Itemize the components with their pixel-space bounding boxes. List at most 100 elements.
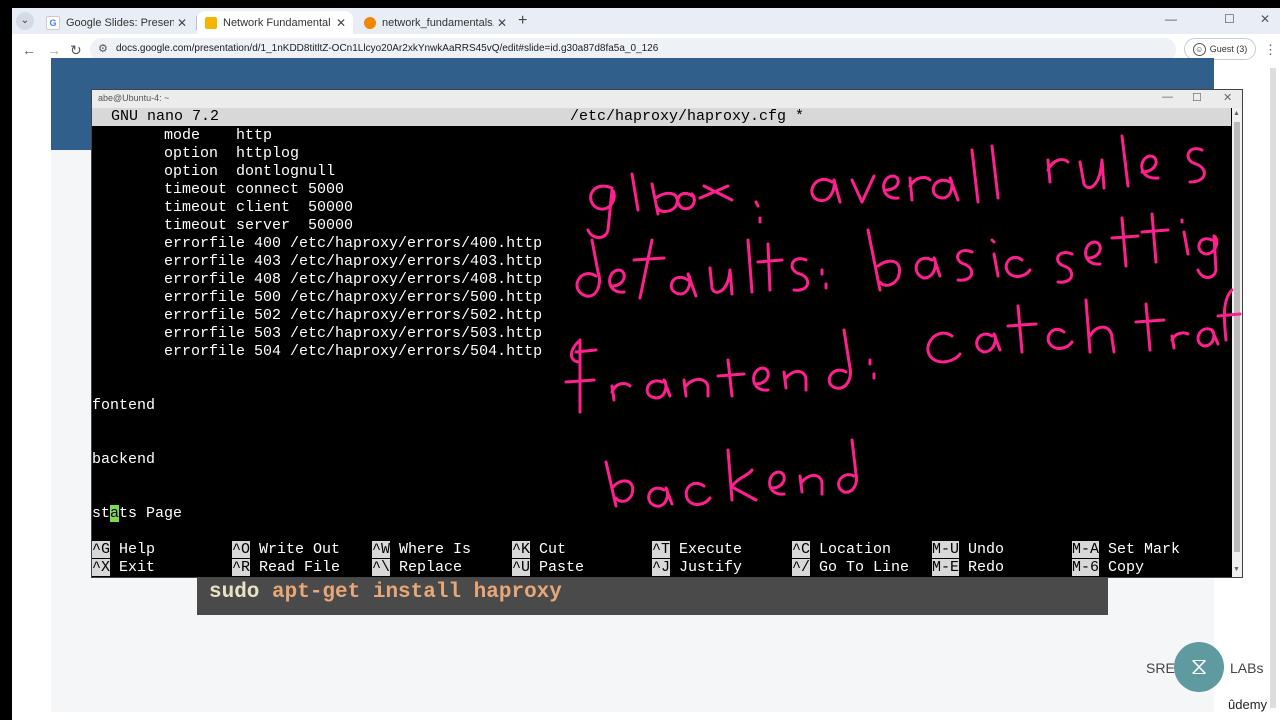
tab-close-icon[interactable]: ✕ [494, 16, 510, 30]
shortcut-copy[interactable]: M-6 Copy [1072, 559, 1144, 577]
shortcut-help[interactable]: ^G Help [92, 541, 155, 559]
shortcut-exit[interactable]: ^X Exit [92, 559, 155, 577]
command-rest: apt-get install haproxy [259, 581, 562, 604]
shortcut-key: M-U [932, 541, 960, 558]
shortcut-label: Cut [539, 541, 567, 558]
shortcut-key: ^R [232, 559, 251, 576]
editor-line[interactable]: errorfile 502 /etc/haproxy/errors/502.ht… [92, 307, 542, 325]
back-arrow-icon[interactable]: ← [22, 42, 36, 58]
reload-icon[interactable]: ↻ [70, 42, 82, 58]
editor-line[interactable]: option dontlognull [92, 163, 335, 181]
nano-header-bar: GNU nano 7.2 /etc/haproxy/haproxy.cfg * [92, 108, 1231, 126]
editor-line[interactable]: errorfile 400 /etc/haproxy/errors/400.ht… [92, 235, 542, 253]
editor-line[interactable]: errorfile 408 /etc/haproxy/errors/408.ht… [92, 271, 542, 289]
editor-line-stats[interactable]: stats Page [92, 505, 182, 523]
shortcut-key: ^X [92, 559, 111, 576]
shortcut-replace[interactable]: ^\ Replace [372, 559, 462, 577]
editor-line[interactable]: mode http [92, 127, 272, 145]
terminal-scrollbar[interactable]: ▲ ▼ [1232, 108, 1242, 577]
editor-line-frontend[interactable]: fontend [92, 397, 155, 415]
editor-line[interactable]: errorfile 403 /etc/haproxy/errors/403.ht… [92, 253, 542, 271]
shortcut-key: ^G [92, 541, 111, 558]
close-window-icon[interactable]: ✕ [1260, 12, 1270, 26]
shortcut-label: Redo [968, 559, 1005, 576]
minimize-icon[interactable]: — [1165, 12, 1177, 26]
tab-network-fundamental[interactable]: Network Fundamental - Google ✕ [197, 11, 353, 34]
scroll-down-icon[interactable]: ▼ [1233, 566, 1240, 573]
scroll-up-icon[interactable]: ▲ [1233, 110, 1240, 117]
editor-line[interactable]: timeout client 50000 [92, 199, 353, 217]
shortcut-key: M-6 [1072, 559, 1100, 576]
shortcut-key: ^O [232, 541, 251, 558]
shortcut-read-file[interactable]: ^R Read File [232, 559, 340, 577]
shortcut-key: ^W [372, 541, 391, 558]
shortcut-location[interactable]: ^C Location [792, 541, 891, 559]
drawio-favicon-icon [364, 16, 376, 29]
shortcut-set-mark[interactable]: M-A Set Mark [1072, 541, 1180, 559]
text-cursor: a [110, 505, 120, 522]
shortcut-cut[interactable]: ^K Cut [512, 541, 566, 559]
editor-line[interactable]: option httplog [92, 145, 299, 163]
annotation-backend [604, 438, 858, 508]
udemy-watermark: ûdemy [1228, 697, 1268, 712]
terminal-scroll-thumb[interactable] [1234, 122, 1240, 552]
tab-google-slides[interactable]: G Google Slides: Presentation Slid ✕ [38, 11, 194, 34]
profile-button[interactable]: ☺ Guest (3) [1184, 38, 1256, 60]
shortcut-key: M-E [932, 559, 960, 576]
shortcut-key: ^T [652, 541, 671, 558]
shortcut-write-out[interactable]: ^O Write Out [232, 541, 340, 559]
shortcut-label: Replace [399, 559, 463, 576]
terminal-close-icon[interactable]: ✕ [1223, 91, 1232, 104]
slides-favicon-icon [205, 16, 217, 29]
tab-search-chevron-icon[interactable]: ⌄ [16, 12, 34, 30]
menu-kebab-icon[interactable]: ⋮ [1264, 42, 1277, 58]
editor-line[interactable]: timeout connect 5000 [92, 181, 344, 199]
logo-sre-text: SRE [1146, 660, 1175, 676]
tab-label: Google Slides: Presentation Slid [66, 16, 174, 29]
shortcut-undo[interactable]: M-U Undo [932, 541, 1004, 559]
shortcut-key: ^/ [792, 559, 811, 576]
tab-close-icon[interactable]: ✕ [174, 16, 190, 30]
shortcut-label: Where Is [399, 541, 472, 558]
maximize-icon[interactable]: ☐ [1224, 12, 1235, 26]
tab-label: network_fundamentals.drawio - [382, 16, 494, 29]
terminal-maximize-icon[interactable]: ☐ [1192, 91, 1202, 104]
shortcut-label: Read File [259, 559, 341, 576]
shortcut-key: ^U [512, 559, 531, 576]
editor-line-backend[interactable]: backend [92, 451, 155, 469]
editor-line[interactable]: timeout server 50000 [92, 217, 353, 235]
nano-file-name: /etc/haproxy/haproxy.cfg * [570, 108, 805, 125]
scrollbar-thumb[interactable] [1270, 68, 1276, 708]
tab-drawio[interactable]: network_fundamentals.drawio - ✕ [356, 11, 514, 34]
site-info-icon[interactable]: ⚙ [98, 42, 108, 55]
shortcut-execute[interactable]: ^T Execute [652, 541, 742, 559]
shortcut-key: ^K [512, 541, 531, 558]
shortcut-redo[interactable]: M-E Redo [932, 559, 1004, 577]
terminal-minimize-icon[interactable]: — [1162, 91, 1173, 103]
editor-line[interactable]: errorfile 504 /etc/haproxy/errors/504.ht… [92, 343, 542, 361]
nano-shortcuts-row: ^X Exit ^R Read File ^\ Replace ^U Paste… [92, 559, 1231, 577]
shortcut-key: ^\ [372, 559, 391, 576]
url-text[interactable]: docs.google.com/presentation/d/1_1nKDD8t… [116, 43, 658, 54]
annotation-global [586, 172, 762, 239]
editor-line[interactable]: errorfile 503 /etc/haproxy/errors/503.ht… [92, 325, 542, 343]
dna-logo-icon: ⧖ [1174, 642, 1224, 692]
profile-label: Guest (3) [1209, 44, 1248, 54]
stats-text-start: st [92, 505, 111, 522]
forward-arrow-icon[interactable]: → [47, 42, 61, 58]
new-tab-button[interactable]: + [518, 13, 527, 29]
shortcut-label: Set Mark [1108, 541, 1181, 558]
shortcut-go-to-line[interactable]: ^/ Go To Line [792, 559, 909, 577]
shortcut-label: Exit [119, 559, 156, 576]
stats-text-end: ts Page [119, 505, 183, 522]
shortcut-justify[interactable]: ^J Justify [652, 559, 742, 577]
shortcut-paste[interactable]: ^U Paste [512, 559, 584, 577]
google-favicon-icon: G [46, 15, 60, 30]
terminal-window[interactable]: abe@Ubuntu-4: ~ — ☐ ✕ GNU nano 7.2 /etc/… [91, 89, 1243, 578]
tab-close-icon[interactable]: ✕ [333, 16, 349, 30]
annotation-overall-rules [810, 134, 1206, 204]
shortcut-label: Write Out [259, 541, 341, 558]
shortcut-where-is[interactable]: ^W Where Is [372, 541, 471, 559]
command-sudo: sudo [209, 581, 260, 604]
editor-line[interactable]: errorfile 500 /etc/haproxy/errors/500.ht… [92, 289, 542, 307]
